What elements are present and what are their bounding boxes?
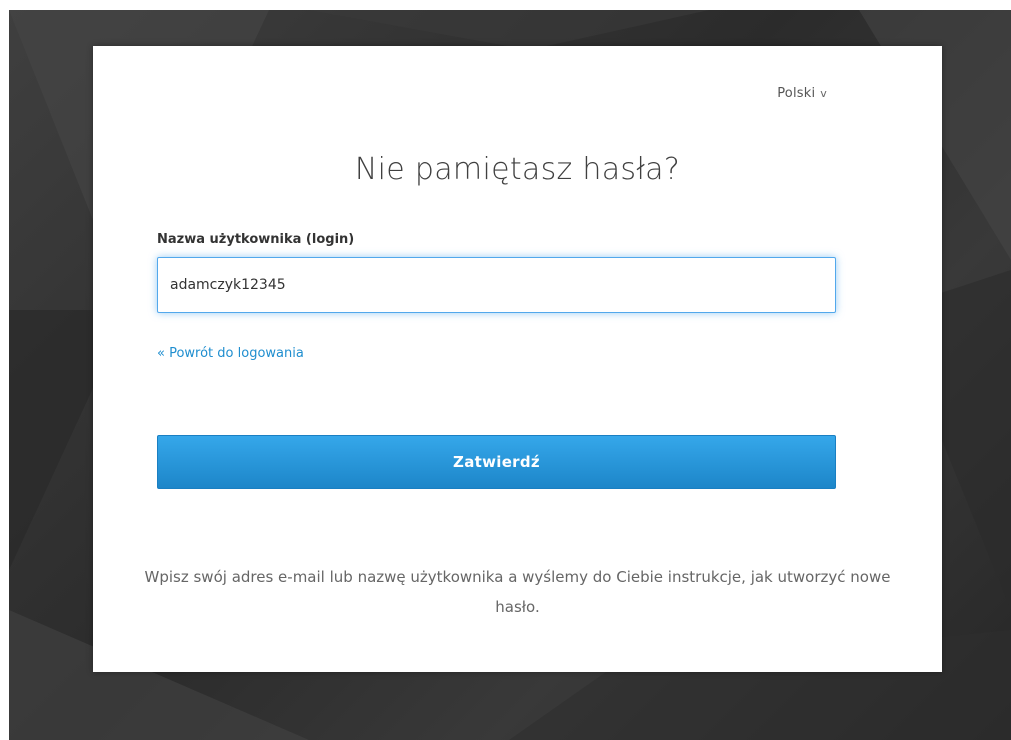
- page-title: Nie pamiętasz hasła?: [354, 152, 681, 187]
- username-input[interactable]: [157, 257, 836, 313]
- page: Polski v Nie pamiętasz hasła? Nazwa użytk…: [0, 0, 1011, 740]
- language-selector[interactable]: Polski v: [777, 86, 827, 101]
- chevron-down-icon: v: [820, 87, 827, 100]
- help-text: Wpisz swój adres e-mail lub nazwę użytko…: [144, 568, 891, 616]
- submit-button[interactable]: Zatwierdź: [157, 435, 836, 489]
- back-to-login-link[interactable]: « Powrót do logowania: [157, 346, 304, 361]
- forgot-password-card: Polski v Nie pamiętasz hasła? Nazwa użytk…: [93, 46, 942, 672]
- language-label: Polski: [777, 86, 816, 101]
- username-label: Nazwa użytkownika (login): [157, 232, 355, 247]
